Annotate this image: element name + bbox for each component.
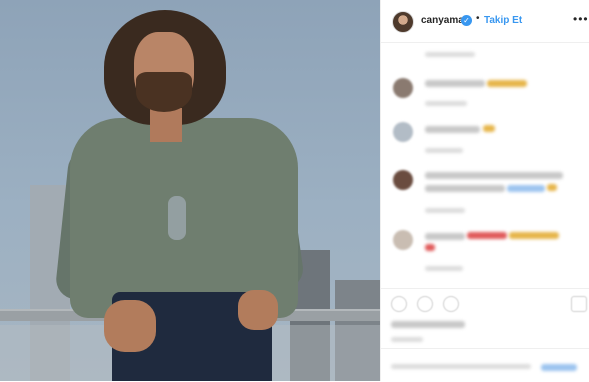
more-options-icon[interactable]: ••• xyxy=(573,12,589,26)
comments-list[interactable] xyxy=(381,42,589,287)
hand-right xyxy=(238,290,278,330)
comment-meta-blurred xyxy=(425,266,463,271)
comment-text-blurred xyxy=(425,126,480,133)
comment-meta-blurred xyxy=(425,148,463,153)
comment-emoji-blurred xyxy=(483,125,495,132)
comment-avatar[interactable] xyxy=(393,122,413,142)
comment-avatar[interactable] xyxy=(393,78,413,98)
comment-text-blurred xyxy=(425,80,485,87)
comment-emoji-blurred xyxy=(467,232,507,239)
comment-meta-blurred xyxy=(425,101,467,106)
comment-meta-blurred xyxy=(425,52,475,57)
neck xyxy=(150,108,182,142)
instagram-post: canyaman ✓ • Takip Et ••• xyxy=(0,0,589,381)
likes-count-blurred xyxy=(391,321,465,328)
post-button-blurred[interactable] xyxy=(541,364,577,371)
share-icon[interactable] xyxy=(443,296,459,312)
hand-left xyxy=(104,300,156,352)
post-photo[interactable] xyxy=(0,0,380,381)
post-side-panel: canyaman ✓ • Takip Et ••• xyxy=(380,0,589,381)
comment-emoji-blurred xyxy=(509,232,559,239)
bookmark-icon[interactable] xyxy=(571,296,587,312)
post-header: canyaman ✓ • Takip Et ••• xyxy=(381,0,589,43)
add-comment-area[interactable] xyxy=(381,348,589,382)
comment-mention-blurred xyxy=(507,185,545,192)
follow-button[interactable]: Takip Et xyxy=(484,15,522,26)
beard xyxy=(136,72,192,112)
comment-text-blurred xyxy=(425,233,465,240)
comment-emoji-blurred xyxy=(547,184,557,191)
post-date-blurred xyxy=(391,337,423,342)
comment-emoji-blurred xyxy=(487,80,527,87)
comment-emoji-blurred xyxy=(425,244,435,251)
comment-meta-blurred xyxy=(425,208,465,213)
comment-avatar[interactable] xyxy=(393,230,413,250)
add-comment-placeholder-blurred xyxy=(391,364,531,369)
post-actions-bar xyxy=(381,288,589,349)
comment-icon[interactable] xyxy=(417,296,433,312)
verified-badge-icon: ✓ xyxy=(461,15,472,26)
comment-avatar[interactable] xyxy=(393,170,413,190)
comment-text-blurred xyxy=(425,172,563,179)
separator-dot: • xyxy=(476,13,480,24)
avatar[interactable] xyxy=(392,11,414,33)
heart-icon[interactable] xyxy=(391,296,407,312)
comment-text-blurred xyxy=(425,185,505,192)
sunglasses xyxy=(168,196,186,240)
